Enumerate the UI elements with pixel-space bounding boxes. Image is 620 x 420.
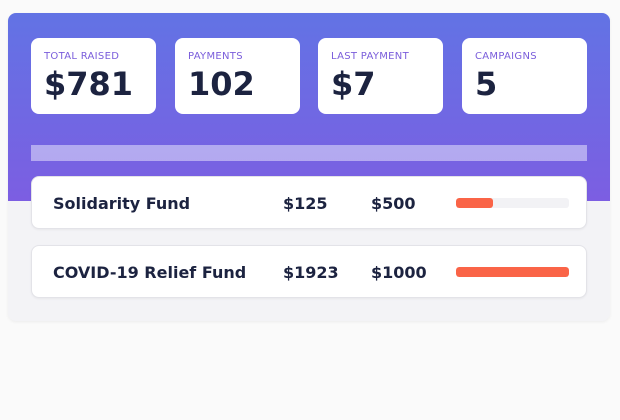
- campaign-raised: $1923: [283, 263, 339, 282]
- campaign-progress-fill: [456, 267, 569, 277]
- campaign-progress-track: [456, 198, 569, 208]
- campaign-progress-track: [456, 267, 569, 277]
- campaign-dashboard: TOTAL RAISED $781 PAYMENTS 102 LAST PAYM…: [8, 13, 610, 321]
- filter-bar[interactable]: [31, 145, 587, 161]
- stat-label: PAYMENTS: [188, 51, 243, 62]
- campaign-goal: $1000: [371, 263, 427, 282]
- campaign-goal: $500: [371, 194, 416, 213]
- stat-label: CAMPAIGNS: [475, 51, 537, 62]
- campaign-row-covid-19-relief-fund[interactable]: COVID-19 Relief Fund $1923 $1000: [31, 245, 587, 298]
- campaign-name: COVID-19 Relief Fund: [53, 263, 247, 282]
- stat-label: TOTAL RAISED: [44, 51, 120, 62]
- stat-value: $781: [44, 65, 134, 103]
- stat-card-last-payment: LAST PAYMENT $7: [318, 38, 443, 114]
- stat-card-campaigns: CAMPAIGNS 5: [462, 38, 587, 114]
- stat-value: $7: [331, 65, 376, 103]
- campaign-progress-fill: [456, 198, 494, 208]
- stat-card-total-raised: TOTAL RAISED $781: [31, 38, 156, 114]
- stat-value: 5: [475, 65, 498, 103]
- stat-card-payments: PAYMENTS 102: [175, 38, 300, 114]
- campaign-name: Solidarity Fund: [53, 194, 191, 213]
- stat-value: 102: [188, 65, 255, 103]
- campaign-row-solidarity-fund[interactable]: Solidarity Fund $125 $500: [31, 176, 587, 229]
- campaign-raised: $125: [283, 194, 328, 213]
- stat-label: LAST PAYMENT: [331, 51, 409, 62]
